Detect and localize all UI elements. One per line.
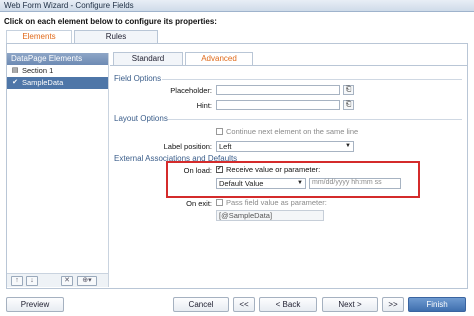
on-exit-label: On exit:	[186, 199, 212, 208]
element-item-section-1[interactable]: ▤ Section 1	[7, 65, 108, 77]
on-load-label: On load:	[183, 166, 212, 175]
hint-label: Hint:	[196, 101, 212, 110]
default-value-select[interactable]: Default Value ▼	[216, 178, 306, 189]
window-title: Web Form Wizard - Configure Fields	[0, 0, 474, 12]
pass-field-value-checkbox[interactable]	[216, 199, 223, 206]
element-item-label: SampleData	[22, 78, 64, 87]
first-page-button[interactable]: <<	[233, 297, 255, 312]
element-item-sampledata[interactable]: ✔ SampleData	[7, 77, 108, 89]
tab-advanced[interactable]: Advanced	[185, 52, 253, 65]
pass-parameter-field: [@SampleData]	[216, 210, 324, 221]
chevron-down-icon: ▼	[297, 180, 303, 186]
placeholder-input[interactable]	[216, 85, 340, 95]
next-button[interactable]: Next >	[322, 297, 378, 312]
move-up-button[interactable]: ↑	[11, 276, 23, 286]
pass-field-value-label: Pass field value as parameter:	[226, 198, 327, 207]
insert-field-icon[interactable]: ⎗	[343, 100, 354, 110]
date-value-input[interactable]: mm/dd/yyyy hh:mm ss	[309, 178, 401, 189]
elements-toolbar: ↑ ↓ ✕ ⊕▾	[7, 273, 108, 287]
continue-same-line-label: Continue next element on the same line	[226, 127, 359, 136]
tab-elements[interactable]: Elements	[6, 30, 72, 43]
receive-value-checkbox[interactable]: ✔	[216, 166, 223, 173]
check-icon: ✔	[12, 79, 18, 86]
tab-standard[interactable]: Standard	[113, 52, 183, 65]
continue-same-line-checkbox[interactable]	[216, 128, 223, 135]
elements-panel: DataPage Elements ▤ Section 1 ✔ SampleDa…	[7, 53, 109, 287]
label-position-select[interactable]: Left ▼	[216, 141, 354, 152]
insert-field-icon[interactable]: ⎗	[343, 85, 354, 95]
element-item-label: Section 1	[22, 66, 54, 75]
move-down-button[interactable]: ↓	[26, 276, 38, 286]
section-divider	[162, 79, 462, 80]
cancel-button[interactable]: Cancel	[173, 297, 229, 312]
elements-panel-header: DataPage Elements	[7, 53, 108, 65]
field-options-title: Field Options	[114, 74, 162, 83]
preview-button[interactable]: Preview	[6, 297, 64, 312]
default-value-selected: Default Value	[219, 179, 264, 188]
delete-element-button[interactable]: ✕	[61, 276, 73, 286]
add-element-button[interactable]: ⊕▾	[77, 276, 97, 286]
section-icon: ▤	[11, 67, 19, 74]
last-page-button[interactable]: >>	[382, 297, 404, 312]
advanced-properties: Field Options Placeholder: ⎗ Hint: ⎗ Lay…	[110, 65, 468, 287]
receive-value-label: Receive value or parameter:	[226, 165, 321, 174]
placeholder-label: Placeholder:	[170, 86, 212, 95]
layout-options-title: Layout Options	[114, 114, 168, 123]
instruction-text: Click on each element below to configure…	[4, 17, 217, 26]
label-position-label: Label position:	[163, 142, 212, 151]
finish-button[interactable]: Finish	[408, 297, 466, 312]
label-position-value: Left	[219, 142, 232, 151]
main-frame: DataPage Elements ▤ Section 1 ✔ SampleDa…	[6, 43, 468, 289]
hint-input[interactable]	[216, 100, 340, 110]
chevron-down-icon: ▼	[345, 143, 351, 149]
tab-rules[interactable]: Rules	[74, 30, 158, 43]
section-divider	[168, 119, 462, 120]
back-button[interactable]: < Back	[259, 297, 317, 312]
